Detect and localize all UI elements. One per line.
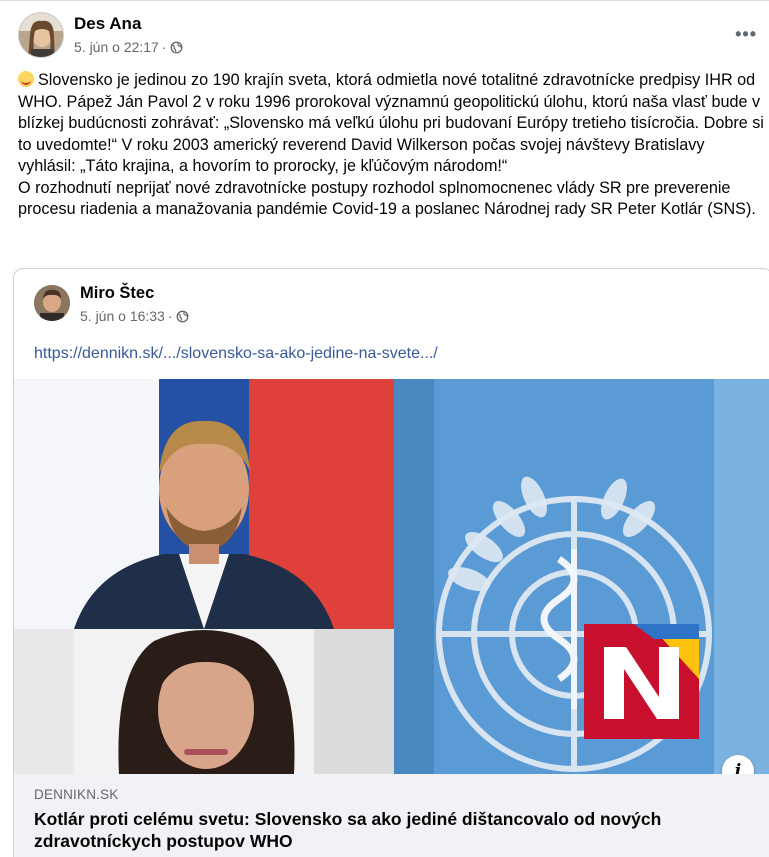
author-avatar[interactable] — [18, 12, 64, 58]
more-options-button[interactable]: ••• — [735, 24, 757, 45]
post-meta: 5. jún o 22:17 · — [74, 39, 183, 55]
shared-link[interactable]: https://dennikn.sk/.../slovensko-sa-ako-… — [34, 345, 438, 363]
shared-meta-separator: · — [167, 308, 173, 324]
author-name[interactable]: Des Ana — [74, 14, 141, 34]
meta-separator: · — [161, 39, 167, 55]
dennik-n-logo-icon — [584, 624, 699, 739]
top-divider — [0, 0, 769, 1]
shared-post-timestamp[interactable]: 5. jún o 16:33 — [80, 308, 165, 324]
preview-headline[interactable]: Kotlár proti celému svetu: Slovensko sa … — [34, 808, 754, 852]
link-preview-image[interactable] — [14, 379, 769, 774]
shared-post: Miro Štec 5. jún o 16:33 · https://denni… — [13, 268, 769, 857]
post-body: Slovensko je jedinou zo 190 krajín sveta… — [18, 71, 764, 218]
globe-icon — [170, 41, 182, 53]
post-text: Slovensko je jedinou zo 190 krajín sveta… — [18, 70, 766, 221]
shared-author-name[interactable]: Miro Štec — [80, 284, 154, 303]
globe-icon — [176, 310, 188, 322]
shared-author-avatar[interactable] — [34, 285, 70, 321]
shared-post-meta: 5. jún o 16:33 · — [80, 308, 189, 324]
preview-domain: DENNIKN.SK — [34, 787, 119, 802]
link-preview-caption[interactable]: DENNIKN.SK Kotlár proti celému svetu: Sl… — [14, 774, 769, 857]
post-header: Des Ana 5. jún o 22:17 · ••• — [18, 12, 769, 62]
smiling-face-with-hearts-icon — [18, 71, 34, 87]
post-timestamp[interactable]: 5. jún o 22:17 — [74, 39, 159, 55]
